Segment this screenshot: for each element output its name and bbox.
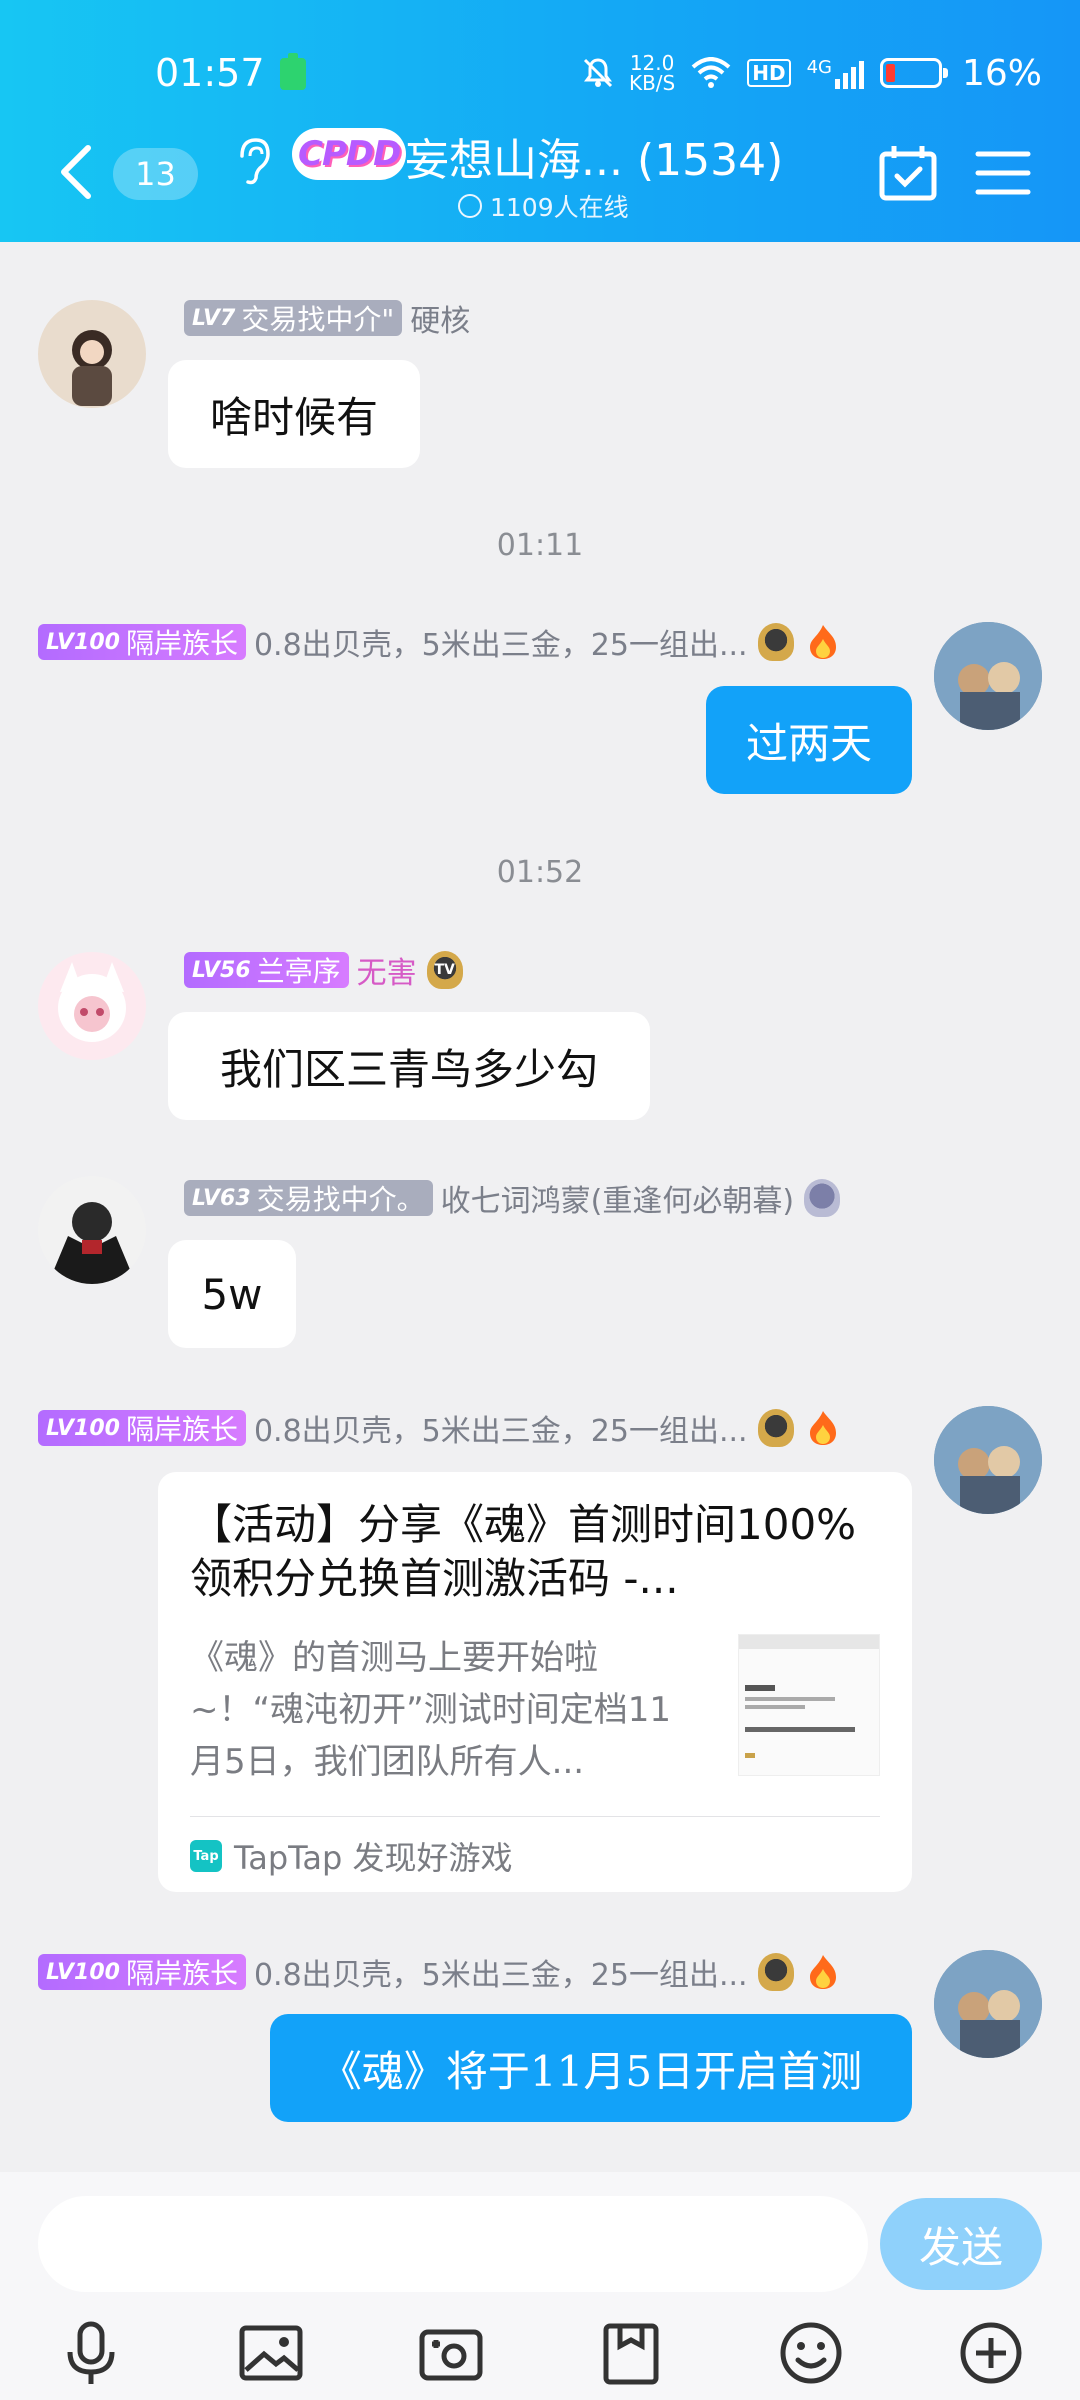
net-speed-unit: KB/S [628, 71, 676, 95]
mic-icon[interactable] [56, 2318, 126, 2388]
camera-icon[interactable] [416, 2318, 486, 2388]
sender-tag: LV7 交易找中介" 硬核 [184, 296, 470, 340]
emoji-icon[interactable] [776, 2318, 846, 2388]
sender-tag: LV56 兰亭序 无害 TV [184, 948, 463, 992]
shield-badge-icon [804, 1179, 841, 1217]
calendar-check-icon[interactable] [878, 144, 938, 202]
avatar[interactable] [38, 1176, 146, 1284]
input-bar: 发送 [0, 2172, 1080, 2400]
message-bubble[interactable]: 5w [168, 1240, 296, 1348]
level-badge: LV7 交易找中介" [184, 300, 403, 336]
tv-badge-icon: TV [426, 951, 463, 989]
timestamp: 01:11 [496, 528, 584, 563]
timestamp: 01:52 [496, 855, 584, 890]
sender-nickname[interactable]: 0.8出贝壳，5米出三金，25一组出... [254, 1950, 748, 1994]
sender-tag: LV100 隔岸族长 0.8出贝壳，5米出三金，25一组出... [38, 1406, 838, 1450]
online-count: 1109人在线 [458, 188, 629, 224]
avatar[interactable] [38, 952, 146, 1060]
avatar[interactable] [38, 300, 146, 408]
message-bubble[interactable]: 《魂》将于11月5日开启首测 [270, 2014, 912, 2122]
avatar[interactable] [934, 1950, 1042, 2058]
back-arrow-icon[interactable] [52, 140, 102, 204]
status-icons: 12.0 KB/S HD 4G 16% [565, 38, 1042, 108]
unread-count-badge[interactable]: 13 [113, 148, 198, 200]
battery-percent: 16% [961, 52, 1042, 94]
message-bubble[interactable]: 我们区三青鸟多少勾 [168, 1012, 650, 1120]
level-badge: LV100 隔岸族长 [38, 624, 246, 660]
fire-icon [809, 1955, 836, 1989]
card-description: 《魂》的首测马上要开始啦~！“魂沌初开”测试时间定档11月5日，我们团队所有人.… [190, 1638, 671, 1782]
online-count-text: 1109人在线 [490, 193, 629, 222]
sender-nickname[interactable]: 无害 [357, 948, 417, 992]
sender-nickname[interactable]: 0.8出贝壳，5米出三金，25一组出... [254, 620, 748, 664]
avatar[interactable] [934, 622, 1042, 730]
chat-header: 01:57 12.0 KB/S HD 4G 16% 13 CPDD 妄想山海...… [0, 0, 1080, 242]
message-bubble[interactable]: 啥时候有 [168, 360, 420, 468]
wifi-icon [691, 57, 731, 88]
sender-nickname[interactable]: 硬核 [410, 296, 470, 340]
plus-icon[interactable] [956, 2318, 1026, 2388]
sender-nickname[interactable]: 收七词鸿蒙(重逢何必朝暮) [441, 1176, 794, 1220]
send-button[interactable]: 发送 [880, 2198, 1042, 2290]
medal-icon [757, 1409, 794, 1447]
message-input[interactable] [38, 2196, 868, 2292]
signal-icon: 4G [807, 57, 864, 89]
level-badge: LV100 隔岸族长 [38, 1954, 246, 1990]
net-speed-value: 12.0 [629, 51, 675, 75]
hd-icon: HD [747, 59, 791, 87]
avatar[interactable] [934, 1406, 1042, 1514]
fire-icon [809, 625, 836, 659]
charging-battery-icon [280, 53, 306, 90]
medal-icon [757, 623, 794, 661]
card-divider [190, 1816, 880, 1817]
message-bubble[interactable]: 过两天 [706, 686, 912, 794]
card-thumbnail [738, 1634, 880, 1776]
level-badge: LV63 交易找中介。 [184, 1180, 433, 1216]
ear-icon[interactable] [232, 136, 272, 186]
file-icon[interactable] [596, 2318, 666, 2388]
card-title: 【活动】分享《魂》首测时间100%领积分兑换首测激活码 -... [190, 1500, 857, 1603]
group-title[interactable]: 妄想山海... (1534) [405, 124, 783, 188]
card-source: Tap TapTap 发现好游戏 [190, 1832, 513, 1880]
sender-tag: LV63 交易找中介。 收七词鸿蒙(重逢何必朝暮) [184, 1176, 841, 1220]
sender-nickname[interactable]: 0.8出贝壳，5米出三金，25一组出... [254, 1406, 748, 1450]
network-type: 4G [806, 57, 832, 78]
battery-icon [879, 58, 948, 88]
card-source-text: TapTap 发现好游戏 [234, 1839, 513, 1877]
cpdd-badge: CPDD [292, 128, 407, 180]
level-badge: LV100 隔岸族长 [38, 1410, 246, 1446]
net-speed: 12.0 KB/S [629, 53, 675, 93]
online-check-icon [458, 194, 482, 218]
fire-icon [809, 1411, 836, 1445]
mute-bell-icon [583, 58, 613, 88]
level-badge: LV56 兰亭序 [184, 952, 349, 988]
sender-tag: LV100 隔岸族长 0.8出贝壳，5米出三金，25一组出... [38, 1950, 838, 1994]
menu-icon[interactable] [974, 148, 1032, 198]
medal-icon [757, 1953, 794, 1991]
share-card[interactable]: 【活动】分享《魂》首测时间100%领积分兑换首测激活码 -... 《魂》的首测马… [158, 1472, 912, 1892]
taptap-logo-icon: Tap [190, 1840, 222, 1872]
status-time: 01:57 [155, 51, 265, 95]
image-icon[interactable] [236, 2318, 306, 2388]
sender-tag: LV100 隔岸族长 0.8出贝壳，5米出三金，25一组出... [38, 620, 838, 664]
